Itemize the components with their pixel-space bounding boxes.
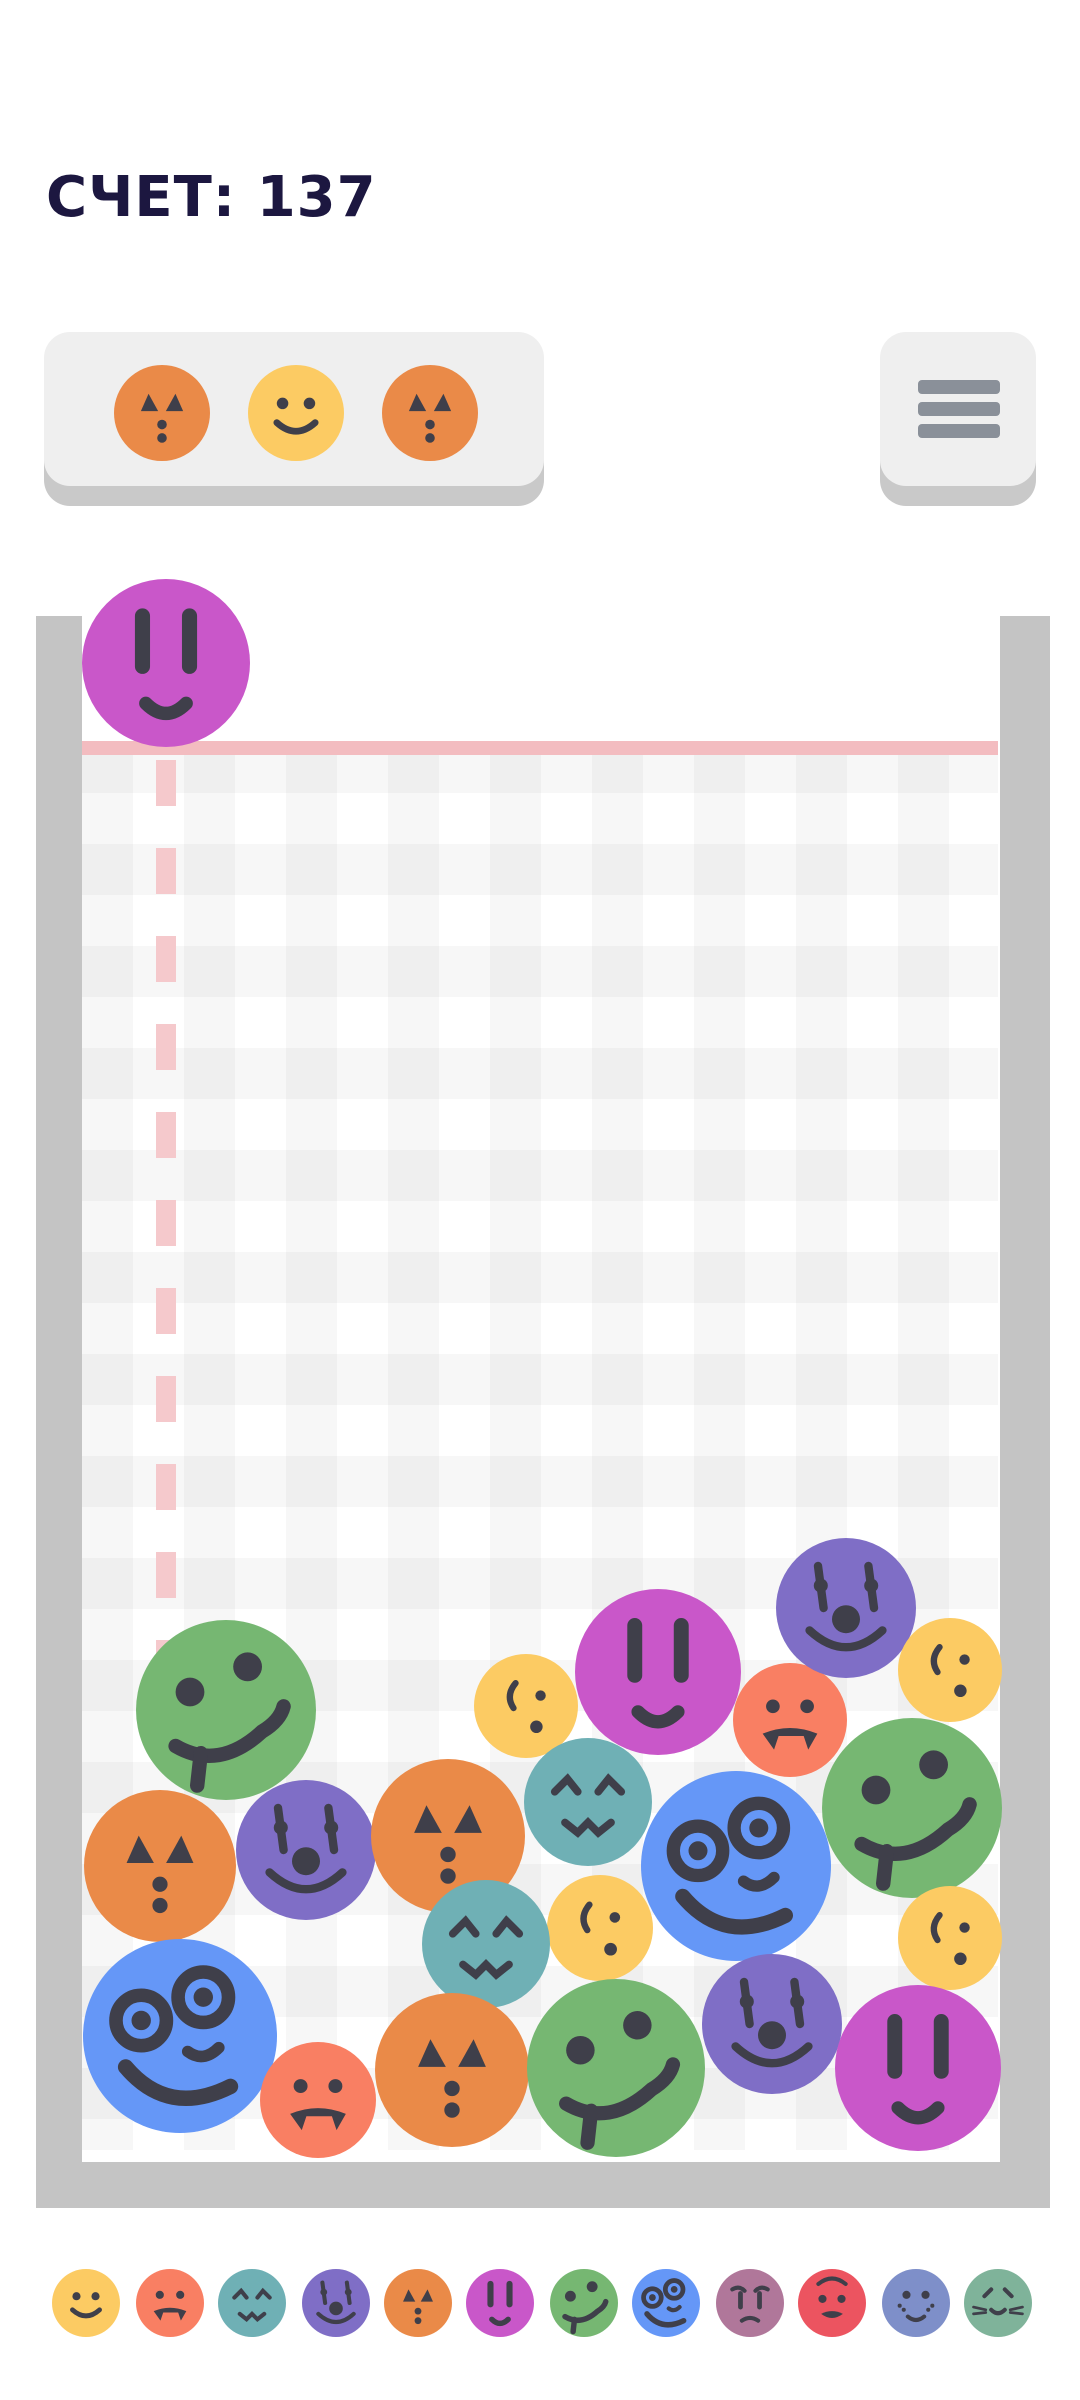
container-ball — [260, 2042, 376, 2158]
next-ball-3 — [382, 365, 478, 461]
container-ball — [822, 1718, 1002, 1898]
container-floor — [36, 2162, 1050, 2208]
evolution-ball-1 — [52, 2269, 120, 2337]
freckles-face-icon — [897, 2290, 935, 2323]
container-ball — [898, 1618, 1002, 1722]
devil-face-icon — [816, 2276, 848, 2318]
smile-face-icon — [273, 397, 319, 435]
menu-button[interactable] — [880, 332, 1036, 486]
vampire-face-icon — [290, 2079, 346, 2131]
container-ball — [575, 1589, 741, 1755]
container-ball — [83, 1939, 277, 2133]
menu-bar — [918, 424, 1000, 438]
container-ball — [641, 1771, 831, 1961]
cheeky-face-icon — [559, 2011, 681, 2150]
evolution-ball-4 — [302, 2269, 370, 2337]
tall-eyes-face-icon — [627, 1618, 689, 1729]
evolution-ball-7 — [550, 2269, 618, 2337]
sleepy-face-icon — [232, 2287, 272, 2323]
tall-eyes-face-icon — [134, 608, 198, 721]
cheeky-face-icon — [168, 1652, 291, 1793]
next-ball-1 — [114, 365, 210, 461]
evolution-ball-6 — [466, 2269, 534, 2337]
smile-face-icon — [70, 2292, 102, 2319]
clown-face-icon — [731, 1977, 813, 2068]
evolution-ball-9 — [716, 2269, 784, 2337]
evolution-ball-12 — [964, 2269, 1032, 2337]
cheeky-face-icon — [562, 2281, 609, 2335]
left-wall — [36, 616, 82, 2208]
pumpkin-face-icon — [140, 393, 184, 443]
next-ball-2 — [248, 365, 344, 461]
menu-bar — [918, 402, 1000, 416]
evolution-ball-8 — [632, 2269, 700, 2337]
googly-face-icon — [666, 1796, 793, 1935]
smirk-face-icon — [930, 1912, 970, 1966]
evolution-ball-10 — [798, 2269, 866, 2337]
sleepy-face-icon — [550, 1773, 626, 1838]
smirk-face-icon — [580, 1901, 621, 1956]
evolution-ball-3 — [218, 2269, 286, 2337]
container-ball — [375, 1993, 529, 2147]
clown-face-icon — [265, 1803, 347, 1894]
clown-face-icon — [805, 1561, 887, 1652]
worried-face-icon — [730, 2285, 770, 2323]
pumpkin-face-icon — [126, 1835, 194, 1914]
evolution-ball-5 — [384, 2269, 452, 2337]
container-ball — [527, 1979, 705, 2157]
container-ball — [524, 1738, 652, 1866]
vampire-face-icon — [153, 2290, 187, 2321]
container-ball — [547, 1875, 653, 1981]
current-ball — [82, 579, 250, 747]
tall-eyes-face-icon — [487, 2280, 513, 2327]
tall-eyes-face-icon — [887, 2014, 949, 2125]
container-ball — [776, 1538, 916, 1678]
container-ball — [84, 1790, 236, 1942]
googly-face-icon — [641, 2278, 687, 2328]
smirk-face-icon — [930, 1644, 970, 1698]
container-ball — [136, 1620, 316, 1800]
right-wall — [1000, 616, 1050, 2208]
container-ball — [236, 1780, 376, 1920]
container-ball — [835, 1985, 1001, 2151]
aim-guide — [156, 760, 176, 1660]
cat-face-icon — [972, 2287, 1024, 2316]
pumpkin-face-icon — [408, 393, 452, 443]
pumpkin-face-icon — [403, 2289, 433, 2325]
clown-face-icon — [316, 2280, 356, 2325]
menu-bar — [918, 380, 1000, 394]
pumpkin-face-icon — [418, 2039, 486, 2118]
container-ball — [702, 1954, 842, 2094]
cheeky-face-icon — [854, 1750, 977, 1891]
score-label: СЧЕТ: 137 — [46, 165, 377, 230]
googly-face-icon — [109, 1965, 239, 2106]
evolution-ball-11 — [882, 2269, 950, 2337]
container-ball — [898, 1886, 1002, 1990]
evolution-ball-2 — [136, 2269, 204, 2337]
